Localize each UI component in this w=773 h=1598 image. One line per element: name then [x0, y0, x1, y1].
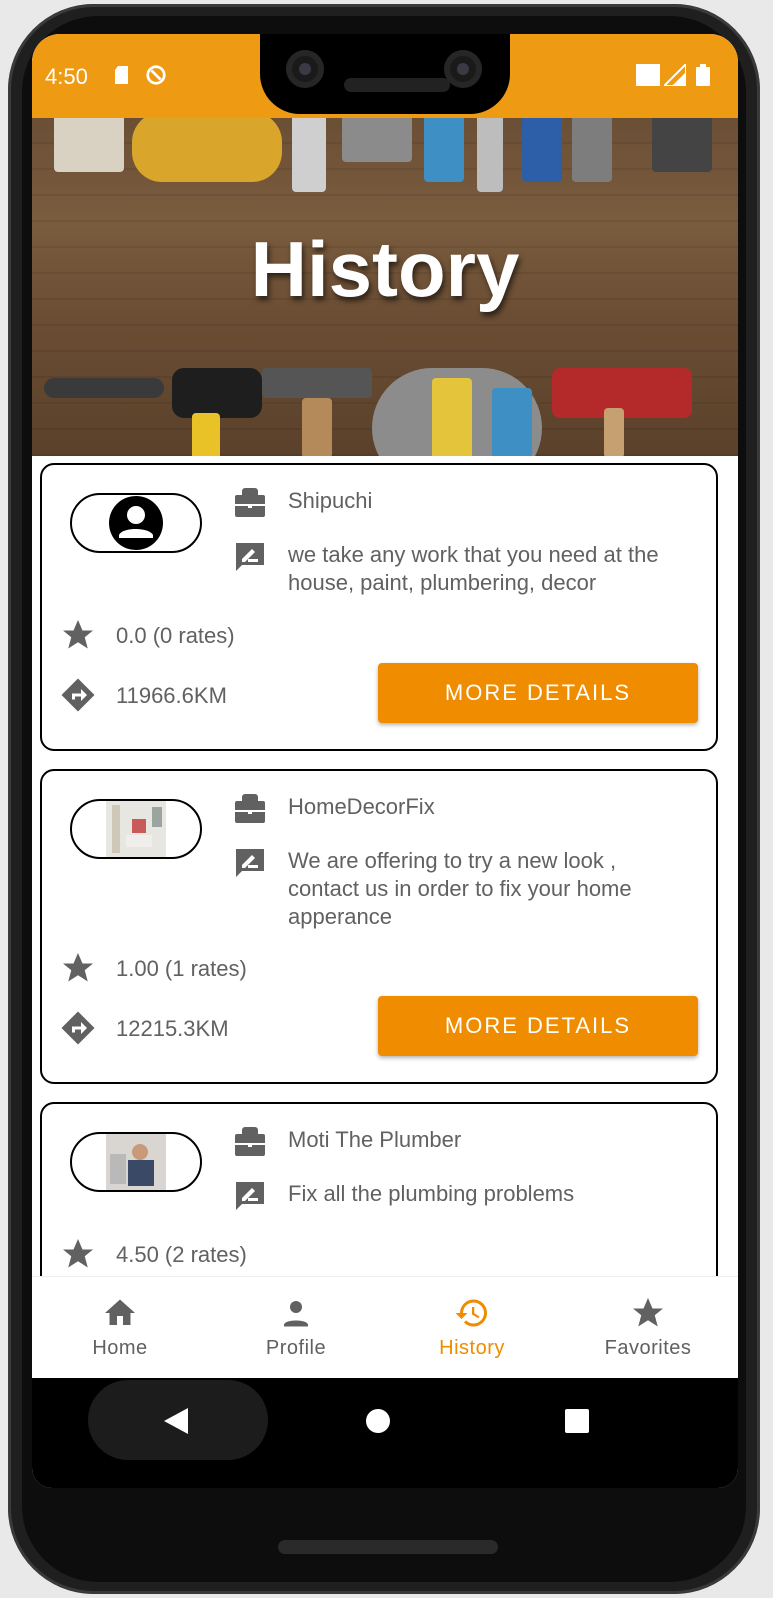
- provider-rating: 1.00 (1 rates): [116, 956, 247, 981]
- hammer-handle-image: [44, 378, 164, 398]
- wifi-icon: [636, 64, 660, 86]
- gloves-image: [132, 118, 282, 182]
- paintbrush-image: [54, 118, 124, 172]
- axe-handle-image: [604, 408, 624, 456]
- history-list[interactable]: Shipuchi we take any work that you need …: [32, 456, 738, 1276]
- back-triangle-icon[interactable]: [162, 1406, 190, 1436]
- provider-name: Shipuchi: [288, 488, 373, 513]
- briefcase-icon: [235, 488, 265, 517]
- provider-avatar: [70, 799, 202, 859]
- clamp-image: [342, 118, 412, 162]
- star-icon: [63, 1239, 93, 1268]
- front-camera-right: [444, 50, 482, 88]
- provider-description: we take any work that you need at the ho…: [288, 542, 659, 595]
- provider-rating: 0.0 (0 rates): [116, 623, 235, 648]
- history-icon: [455, 1299, 487, 1327]
- hammer-wood-image: [302, 398, 332, 456]
- battery-icon: [696, 64, 710, 86]
- provider-rating: 4.50 (2 rates): [116, 1242, 247, 1267]
- recents-square-icon[interactable]: [564, 1408, 590, 1434]
- directions-icon: [61, 678, 95, 712]
- provider-description: Fix all the plumbing problems: [288, 1181, 575, 1206]
- pincers-image: [652, 118, 712, 172]
- briefcase-icon: [235, 794, 265, 823]
- provider-distance: 12215.3KM: [116, 1016, 229, 1041]
- person-icon: [284, 1301, 308, 1327]
- nav-home-label: Home: [92, 1337, 148, 1359]
- provider-avatar: [70, 493, 202, 553]
- star-icon: [63, 620, 93, 649]
- nav-history[interactable]: History: [384, 1277, 560, 1379]
- camera-notch: [260, 34, 510, 114]
- mallet-handle-image: [192, 413, 220, 456]
- front-camera-left: [286, 50, 324, 88]
- do-not-disturb-icon: [146, 65, 166, 85]
- history-header-banner: History: [32, 118, 738, 456]
- room-photo-icon: [106, 801, 166, 857]
- bottom-navigation: Home Profile History Favorites: [32, 1276, 738, 1379]
- rate-review-icon: [236, 543, 264, 571]
- status-bar: 4:50: [32, 34, 738, 118]
- more-details-button[interactable]: MORE DETAILS: [378, 663, 698, 723]
- claw-hammer-image: [262, 368, 372, 398]
- provider-card[interactable]: HomeDecorFix We are offering to try a ne…: [40, 769, 718, 1084]
- nav-favorites[interactable]: Favorites: [560, 1277, 736, 1379]
- home-circle-icon[interactable]: [364, 1407, 392, 1435]
- sd-card-icon: [115, 66, 128, 84]
- star-icon: [633, 1298, 663, 1327]
- earpiece: [344, 78, 450, 92]
- home-icon: [105, 1299, 135, 1325]
- nav-profile-label: Profile: [265, 1337, 327, 1359]
- cutters-image: [492, 388, 532, 456]
- level-image: [432, 378, 472, 456]
- provider-card[interactable]: Moti The Plumber Fix all the plumbing pr…: [40, 1102, 718, 1276]
- provider-name: Moti The Plumber: [288, 1127, 462, 1152]
- provider-distance: 11966.6KM: [116, 683, 227, 708]
- plumber-photo-icon: [106, 1134, 166, 1190]
- app-screen: 4:50 History Shipuchi we take any work t…: [32, 34, 738, 1488]
- status-time: 4:50: [45, 64, 88, 89]
- directions-icon: [61, 1011, 95, 1045]
- saw-image: [292, 118, 326, 192]
- signal-icon: [664, 64, 686, 86]
- star-icon: [63, 953, 93, 982]
- pliers-image: [424, 118, 464, 182]
- nav-history-label: History: [439, 1337, 505, 1359]
- bottom-speaker: [278, 1540, 498, 1554]
- provider-avatar: [70, 1132, 202, 1192]
- page-title: History: [250, 225, 520, 313]
- provider-name: HomeDecorFix: [288, 794, 435, 819]
- rate-review-icon: [236, 849, 264, 877]
- nav-favorites-label: Favorites: [604, 1337, 692, 1359]
- person-placeholder-icon: [109, 496, 163, 550]
- chisel-image: [477, 118, 503, 192]
- provider-card[interactable]: Shipuchi we take any work that you need …: [40, 463, 718, 751]
- nav-profile[interactable]: Profile: [208, 1277, 384, 1379]
- more-details-button[interactable]: MORE DETAILS: [378, 996, 698, 1056]
- screwdriver-image: [522, 118, 562, 182]
- nav-home[interactable]: Home: [32, 1277, 208, 1379]
- briefcase-icon: [235, 1127, 265, 1156]
- mallet-image: [172, 368, 262, 418]
- rate-review-icon: [236, 1182, 264, 1210]
- brush-image: [572, 118, 612, 182]
- system-navigation-bar: [32, 1378, 738, 1488]
- provider-description: We are offering to try a new look , cont…: [288, 848, 632, 929]
